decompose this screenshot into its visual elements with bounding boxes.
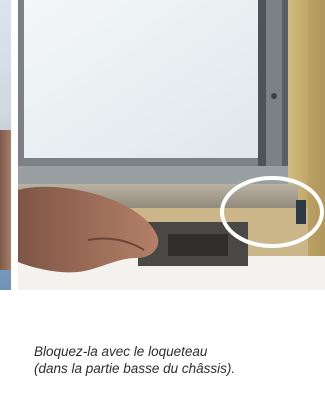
latch-catch (296, 200, 306, 224)
instruction-panel: Bloquez-la avec le loqueteau (dans la pa… (0, 0, 325, 398)
frame-screw (271, 93, 277, 99)
latch-handle (168, 234, 228, 256)
frame-right-rail (258, 0, 266, 166)
caption-line-1: Bloquez-la avec le loqueteau (34, 344, 208, 359)
window-photo (18, 0, 325, 290)
caption-text: Bloquez-la avec le loqueteau (dans la pa… (34, 343, 319, 377)
left-photo-strip (0, 0, 11, 290)
window-glass (24, 0, 258, 158)
window-photo-illustration (18, 0, 325, 290)
wood-frame-edge (308, 0, 325, 290)
caption-line-2: (dans la partie basse du châssis). (34, 361, 236, 376)
person-arm-edge (0, 130, 11, 270)
